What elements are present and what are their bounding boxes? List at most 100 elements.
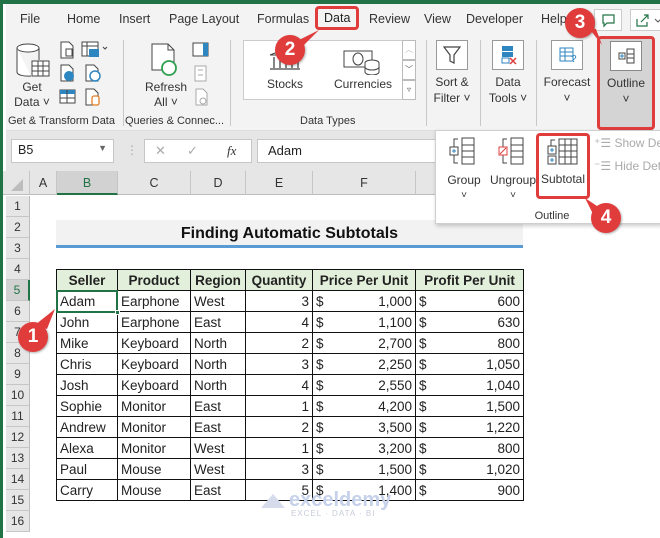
cell-seller[interactable]: Paul (56, 458, 118, 480)
cell-price[interactable]: $1,100 (312, 311, 416, 333)
cell-profit[interactable]: $800 (415, 332, 524, 354)
from-table-icon[interactable] (59, 88, 77, 106)
fill-handle[interactable] (115, 310, 120, 315)
gallery-scroll-up[interactable]: ︿ (402, 40, 416, 60)
cell-seller[interactable]: Carry (56, 479, 118, 501)
row-header-16[interactable]: 16 (6, 511, 30, 532)
cell-region[interactable]: East (190, 416, 246, 438)
data-tools-button[interactable]: Data Tools ˅ (488, 38, 528, 110)
header-product[interactable]: Product (117, 269, 191, 291)
cell-profit[interactable]: $1,020 (415, 458, 524, 480)
cell-seller[interactable]: John (56, 311, 118, 333)
subtotal-button[interactable]: Subtotal (536, 133, 590, 199)
cell-region[interactable]: East (190, 479, 246, 501)
tab-view[interactable]: View (424, 12, 451, 26)
cell-profit[interactable]: $800 (415, 437, 524, 459)
tab-data[interactable]: Data (315, 6, 360, 30)
enter-icon[interactable]: ✓ (187, 143, 198, 159)
row-header-5[interactable]: 5 (6, 280, 30, 301)
cell-product[interactable]: Monitor (117, 437, 191, 459)
cell-profit[interactable]: $1,040 (415, 374, 524, 396)
cell-seller[interactable]: Mike (56, 332, 118, 354)
cell-profit[interactable]: $1,220 (415, 416, 524, 438)
outline-button[interactable]: Outline ˅ (597, 36, 655, 130)
column-header-f[interactable]: F (313, 171, 416, 195)
cell-region[interactable]: West (190, 437, 246, 459)
header-profit-per-unit[interactable]: Profit Per Unit (415, 269, 524, 291)
cell-price[interactable]: $2,700 (312, 332, 416, 354)
cell-price[interactable]: $2,250 (312, 353, 416, 375)
row-header-11[interactable]: 11 (6, 406, 30, 427)
header-price-per-unit[interactable]: Price Per Unit (312, 269, 416, 291)
cell-product[interactable]: Monitor (117, 416, 191, 438)
cell-quantity[interactable]: 2 (245, 332, 313, 354)
cell-product[interactable]: Keyboard (117, 332, 191, 354)
tab-review[interactable]: Review (369, 12, 410, 26)
recent-sources-icon[interactable] (84, 64, 102, 82)
cell-seller[interactable]: Sophie (56, 395, 118, 417)
cell-region[interactable]: East (190, 311, 246, 333)
header-region[interactable]: Region (190, 269, 246, 291)
cell-profit[interactable]: $1,500 (415, 395, 524, 417)
cell-profit[interactable]: $900 (415, 479, 524, 501)
cell-price[interactable]: $4,200 (312, 395, 416, 417)
select-all-corner[interactable] (3, 171, 30, 195)
cell-quantity[interactable]: 4 (245, 311, 313, 333)
gallery-scroll-down[interactable]: ﹀ (402, 60, 416, 80)
cell-region[interactable]: North (190, 353, 246, 375)
group-button[interactable]: Group ˅ (444, 135, 484, 205)
row-header-2[interactable]: 2 (6, 217, 30, 238)
ungroup-button[interactable]: Ungroup ˅ (490, 135, 536, 205)
cell-product[interactable]: Earphone (117, 290, 191, 312)
name-box-dropdown-icon[interactable]: ▼ (98, 143, 107, 153)
cell-region[interactable]: West (190, 290, 246, 312)
cell-quantity[interactable]: 3 (245, 353, 313, 375)
share-icon[interactable] (630, 9, 660, 31)
cell-price[interactable]: $1,500 (312, 458, 416, 480)
cell-price[interactable]: $2,550 (312, 374, 416, 396)
row-header-4[interactable]: 4 (6, 259, 30, 280)
cell-quantity[interactable]: 3 (245, 290, 313, 312)
row-header-13[interactable]: 13 (6, 448, 30, 469)
cell-seller[interactable]: Josh (56, 374, 118, 396)
cell-product[interactable]: Mouse (117, 458, 191, 480)
cancel-icon[interactable]: ✕ (155, 143, 166, 159)
tab-developer[interactable]: Developer (466, 12, 523, 26)
row-header-15[interactable]: 15 (6, 490, 30, 511)
cell-quantity[interactable]: 1 (245, 437, 313, 459)
header-quantity[interactable]: Quantity (245, 269, 313, 291)
cell-product[interactable]: Earphone (117, 311, 191, 333)
cell-profit[interactable]: $1,050 (415, 353, 524, 375)
cell-quantity[interactable]: 4 (245, 374, 313, 396)
gallery-more[interactable]: ▿ (402, 80, 416, 100)
refresh-all-button[interactable]: Refresh All ˅ (142, 40, 187, 109)
column-header-b[interactable]: B (57, 171, 118, 195)
row-header-3[interactable]: 3 (6, 238, 30, 259)
cell-region[interactable]: North (190, 332, 246, 354)
cell-seller[interactable]: Andrew (56, 416, 118, 438)
column-header-d[interactable]: D (191, 171, 246, 195)
cell-price[interactable]: $3,500 (312, 416, 416, 438)
cell-profit[interactable]: $630 (415, 311, 524, 333)
cell-region[interactable]: North (190, 374, 246, 396)
cell-quantity[interactable]: 3 (245, 458, 313, 480)
tab-page-layout[interactable]: Page Layout (169, 12, 239, 26)
cell-price[interactable]: $3,200 (312, 437, 416, 459)
formula-bar-splitter[interactable]: ⋮ (126, 143, 138, 157)
row-header-10[interactable]: 10 (6, 385, 30, 406)
tab-help[interactable]: Help (541, 12, 567, 26)
from-text-icon[interactable] (59, 41, 77, 59)
row-header-6[interactable]: 6 (6, 301, 30, 322)
row-header-1[interactable]: 1 (6, 196, 30, 217)
cell-product[interactable]: Monitor (117, 395, 191, 417)
from-picture-icon[interactable] (81, 41, 109, 59)
cell-quantity[interactable]: 2 (245, 416, 313, 438)
sort-filter-button[interactable]: Sort & Filter ˅ (432, 38, 472, 110)
tab-formulas[interactable]: Formulas (257, 12, 309, 26)
tab-home[interactable]: Home (67, 12, 100, 26)
cell-product[interactable]: Mouse (117, 479, 191, 501)
currencies-button[interactable]: Currencies (328, 45, 398, 97)
cell-product[interactable]: Keyboard (117, 353, 191, 375)
column-header-a[interactable]: A (30, 171, 57, 195)
cell-price[interactable]: $1,000 (312, 290, 416, 312)
